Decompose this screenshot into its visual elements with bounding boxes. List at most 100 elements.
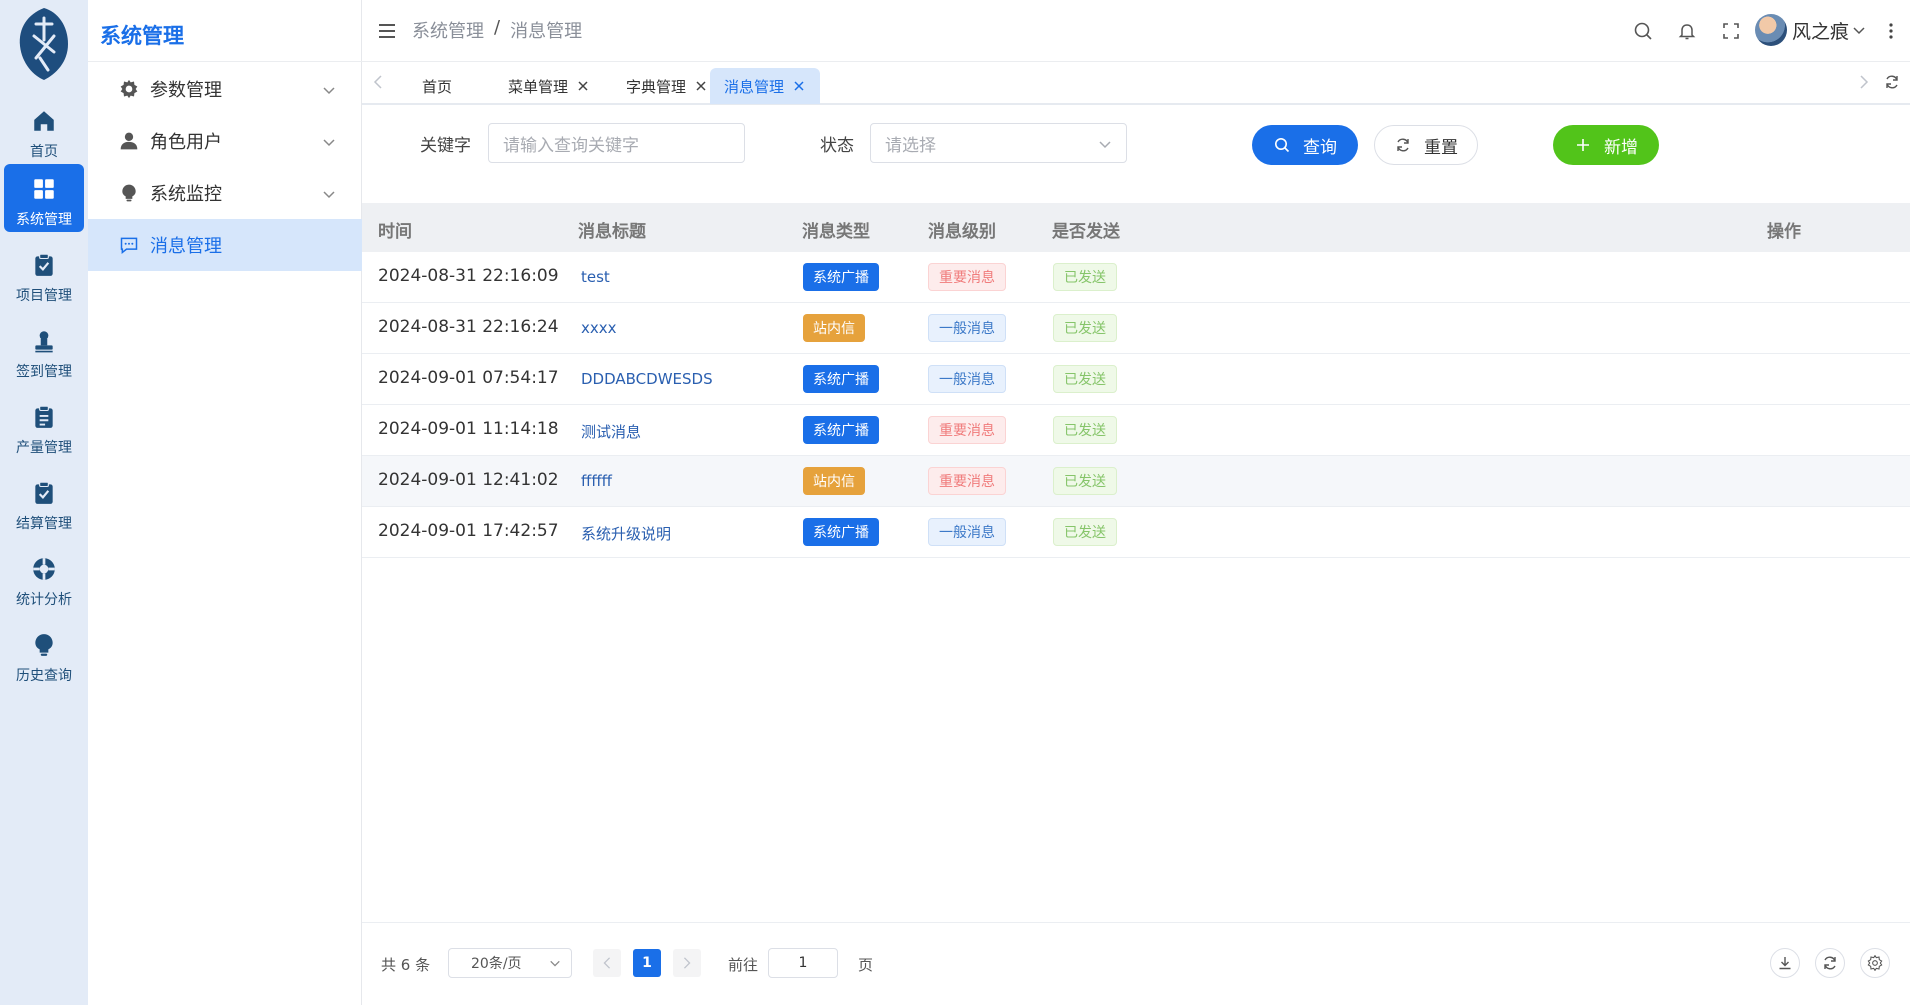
cell-title[interactable]: ffffff <box>581 472 612 490</box>
status-placeholder: 请选择 <box>885 135 936 156</box>
chevron-down-icon <box>549 957 561 973</box>
table-row[interactable]: 2024-09-01 11:14:18 测试消息 系统广播 重要消息 已发送 <box>362 405 1910 456</box>
reset-button[interactable]: 重置 <box>1374 125 1478 165</box>
cell-time: 2024-08-31 22:16:24 <box>378 317 559 337</box>
menu-item-params[interactable]: 参数管理 <box>88 63 362 115</box>
refresh-icon[interactable] <box>1884 74 1900 90</box>
sent-tag: 已发送 <box>1053 314 1117 342</box>
rail-item-home[interactable]: 首页 <box>4 96 84 164</box>
page-size-value: 20条/页 <box>471 956 522 972</box>
lifebuoy-icon <box>29 554 59 584</box>
menu-item-role-user[interactable]: 角色用户 <box>88 115 362 167</box>
chevron-down-icon <box>322 81 336 102</box>
column-header: 消息级别 <box>928 222 996 242</box>
prev-page-button[interactable] <box>593 949 621 977</box>
stamp-icon <box>29 326 59 356</box>
rail-item-label: 结算管理 <box>16 516 72 532</box>
rail-item-statistics[interactable]: 统计分析 <box>4 544 84 612</box>
reset-label: 重置 <box>1424 137 1458 158</box>
sent-tag: 已发送 <box>1053 467 1117 495</box>
rail-item-settlement[interactable]: 结算管理 <box>4 468 84 536</box>
home-icon <box>29 106 59 136</box>
tab-menu-management[interactable]: 菜单管理 <box>494 68 604 104</box>
rail-item-label: 签到管理 <box>16 364 72 380</box>
add-button[interactable]: 新增 <box>1553 125 1659 165</box>
menu-item-messages[interactable]: 消息管理 <box>88 219 362 271</box>
rail-item-system[interactable]: 系统管理 <box>4 164 84 232</box>
level-tag: 一般消息 <box>928 365 1006 393</box>
menu-item-label: 系统监控 <box>150 184 222 205</box>
rail-item-output[interactable]: 产量管理 <box>4 392 84 460</box>
rail-item-history[interactable]: 历史查询 <box>4 620 84 688</box>
grid-icon <box>29 174 59 204</box>
menu-title: 系统管理 <box>100 24 184 48</box>
type-tag: 系统广播 <box>803 365 879 393</box>
cell-title[interactable]: xxxx <box>581 319 617 337</box>
tab-messages[interactable]: 消息管理 <box>710 68 821 104</box>
page-suffix: 页 <box>858 956 874 974</box>
keyword-input[interactable]: 请输入查询关键字 <box>488 123 745 163</box>
avatar[interactable] <box>1755 14 1787 46</box>
close-icon[interactable] <box>576 79 590 93</box>
rail-item-project[interactable]: 项目管理 <box>4 240 84 308</box>
bulb-icon <box>118 182 140 204</box>
table-row[interactable]: 2024-09-01 17:42:57 系统升级说明 系统广播 一般消息 已发送 <box>362 507 1910 558</box>
tabs-bar: 首页 菜单管理 字典管理 消息管理 <box>362 62 1910 105</box>
level-tag: 一般消息 <box>928 518 1006 546</box>
gear-icon[interactable] <box>1860 948 1890 978</box>
tab-home[interactable]: 首页 <box>408 68 466 104</box>
sent-tag: 已发送 <box>1053 263 1117 291</box>
chevron-down-icon[interactable] <box>1852 22 1866 41</box>
chevron-left-icon[interactable] <box>370 74 386 90</box>
bell-icon[interactable] <box>1676 20 1698 42</box>
table-row[interactable]: 2024-08-31 22:16:09 test 系统广播 重要消息 已发送 <box>362 252 1910 303</box>
clipboard-check-icon <box>29 250 59 280</box>
menu-toggle-icon[interactable] <box>376 20 398 42</box>
rail-item-checkin[interactable]: 签到管理 <box>4 316 84 384</box>
cell-time: 2024-09-01 07:54:17 <box>378 368 559 388</box>
next-page-button[interactable] <box>673 949 701 977</box>
type-tag: 系统广播 <box>803 263 879 291</box>
tab-label: 消息管理 <box>724 77 785 96</box>
page-size-select[interactable]: 20条/页 <box>448 948 572 978</box>
rail-item-label: 系统管理 <box>16 212 72 228</box>
close-icon[interactable] <box>792 79 806 93</box>
username[interactable]: 风之痕 <box>1792 17 1849 44</box>
table-row[interactable]: 2024-09-01 12:41:02 ffffff 站内信 重要消息 已发送 <box>362 456 1910 507</box>
sent-tag: 已发送 <box>1053 365 1117 393</box>
cell-time: 2024-09-01 17:42:57 <box>378 521 559 541</box>
cell-title[interactable]: 测试消息 <box>581 421 641 442</box>
table-row[interactable]: 2024-08-31 22:16:24 xxxx 站内信 一般消息 已发送 <box>362 303 1910 354</box>
menu-item-label: 角色用户 <box>150 132 222 153</box>
fullscreen-icon[interactable] <box>1720 20 1742 42</box>
menu-item-monitor[interactable]: 系统监控 <box>88 167 362 219</box>
rail-item-label: 首页 <box>30 144 58 160</box>
clipboard-check-icon <box>29 478 59 508</box>
refresh-icon[interactable] <box>1815 948 1845 978</box>
level-tag: 一般消息 <box>928 314 1006 342</box>
divider <box>88 61 362 62</box>
tab-dictionary[interactable]: 字典管理 <box>612 68 722 104</box>
keyword-label: 关键字 <box>420 136 471 156</box>
chevron-right-icon[interactable] <box>1856 74 1872 90</box>
cell-title[interactable]: 系统升级说明 <box>581 523 671 544</box>
query-button[interactable]: 查询 <box>1252 125 1358 165</box>
clipboard-list-icon <box>29 402 59 432</box>
cell-title[interactable]: DDDABCDWESDS <box>581 370 713 388</box>
close-icon[interactable] <box>694 79 708 93</box>
more-vertical-icon[interactable] <box>1880 20 1902 42</box>
tab-label: 字典管理 <box>626 77 687 96</box>
cell-title[interactable]: test <box>581 268 610 286</box>
search-icon[interactable] <box>1632 20 1654 42</box>
table-row[interactable]: 2024-09-01 07:54:17 DDDABCDWESDS 系统广播 一般… <box>362 354 1910 405</box>
status-select[interactable]: 请选择 <box>870 123 1127 163</box>
download-icon[interactable] <box>1770 948 1800 978</box>
breadcrumb-item[interactable]: 系统管理 <box>412 17 484 43</box>
page-button-current[interactable]: 1 <box>633 949 661 977</box>
column-header: 操作 <box>1767 222 1801 242</box>
chevron-down-icon <box>322 133 336 154</box>
column-header: 是否发送 <box>1052 222 1120 242</box>
type-tag: 站内信 <box>803 314 865 342</box>
goto-page-input[interactable]: 1 <box>768 948 838 978</box>
icon-rail: 首页 系统管理 项目管理 签到管理 产量管理 结算管理 统计分析 历史查询 <box>0 0 88 1005</box>
